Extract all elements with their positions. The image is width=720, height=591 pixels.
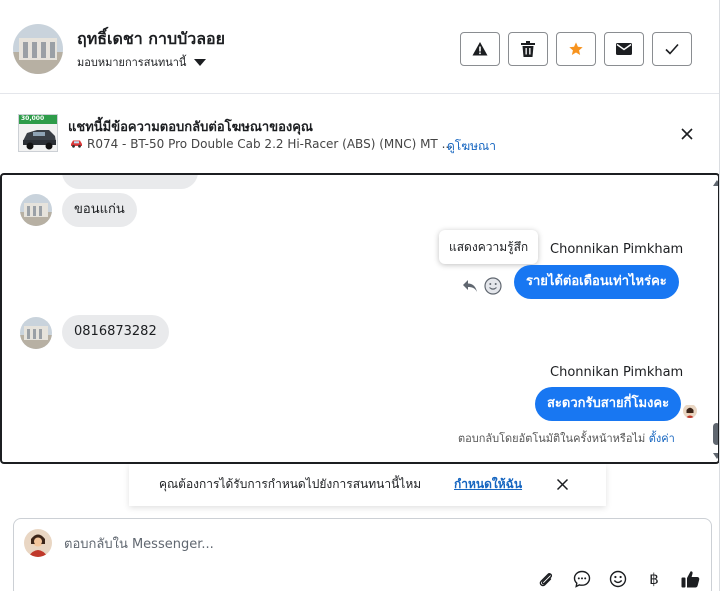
ad-subtitle: R074 - BT-50 Pro Double Cab 2.2 Hi-Racer… (70, 137, 453, 151)
outgoing-message[interactable]: สะดวกรับสายกี่โมงคะ (535, 387, 682, 421)
car-icon (70, 137, 83, 151)
message-thread[interactable]: ขอนแก่น Chonnikan Pimkham แสดงความรู้สึก… (0, 173, 720, 464)
assign-to-me-link[interactable]: กำหนดให้ฉัน (454, 475, 522, 494)
page: ฤทธิ์เดชา กาบบัวลอย มอบหมายการสนทนานี้ 3… (0, 0, 720, 591)
ad-subtitle-text: R074 - BT-50 Pro Double Cab 2.2 Hi-Racer… (87, 137, 454, 151)
header-actions (460, 32, 692, 66)
close-suggestion-button[interactable] (556, 476, 569, 495)
outgoing-message[interactable]: รายได้ต่อเดือนเท่าไหร่คะ (514, 265, 679, 299)
reaction-tooltip: แสดงความรู้สึก (439, 230, 539, 264)
incoming-message[interactable]: 0816873282 (62, 315, 169, 349)
delete-button[interactable] (508, 32, 548, 66)
like-icon[interactable] (680, 569, 700, 589)
assign-suggestion-text: คุณต้องการได้รับการกำหนดไปยังการสนทนานี้… (159, 477, 422, 491)
attach-icon[interactable] (536, 569, 556, 589)
envelope-icon (616, 43, 632, 55)
warning-icon (472, 42, 488, 56)
mark-spam-button[interactable] (460, 32, 500, 66)
contact-avatar[interactable] (13, 24, 63, 74)
contact-avatar-small (20, 317, 52, 349)
message-composer: ฿ (13, 518, 712, 591)
baht-icon[interactable]: ฿ (644, 569, 664, 589)
seen-avatar (683, 404, 697, 418)
mark-unread-button[interactable] (604, 32, 644, 66)
contact-name: ฤทธิ์เดชา กาบบัวลอย (77, 29, 226, 48)
sender-name: Chonnikan Pimkham (550, 365, 684, 380)
close-icon (556, 478, 569, 491)
auto-reply-note: ตอบกลับโดยอัตโนมัติในครั้งหน้าหรือไม่ ตั… (458, 429, 675, 447)
auto-reply-text: ตอบกลับโดยอัตโนมัติในครั้งหน้าหรือไม่ (458, 432, 646, 445)
assign-suggestion-banner: คุณต้องการได้รับการกำหนดไปยังการสนทนานี้… (129, 464, 606, 506)
assign-label: มอบหมายการสนทนานี้ (77, 56, 187, 69)
sender-name: Chonnikan Pimkham (550, 242, 684, 257)
partial-message-bubble (62, 175, 198, 189)
message-input[interactable] (64, 533, 664, 555)
close-icon (681, 128, 693, 140)
caret-down-icon (194, 58, 207, 66)
emoji-icon[interactable] (608, 569, 628, 589)
view-ad-link[interactable]: ดูโฆษณา (447, 137, 496, 156)
close-ad-banner-button[interactable] (680, 126, 694, 145)
trash-icon (521, 41, 535, 57)
star-button[interactable] (556, 32, 596, 66)
composer-toolbar: ฿ (536, 569, 700, 589)
conversation-header: ฤทธิ์เดชา กาบบัวลอย มอบหมายการสนทนานี้ (0, 0, 719, 94)
user-avatar (24, 529, 52, 557)
mark-done-button[interactable] (652, 32, 692, 66)
contact-avatar-small (20, 194, 52, 226)
check-icon (665, 43, 679, 55)
react-emoji-icon[interactable] (483, 276, 503, 296)
reply-icon[interactable] (460, 276, 480, 296)
incoming-message[interactable]: ขอนแก่น (62, 193, 137, 227)
auto-reply-settings-link[interactable]: ตั้งค่า (649, 432, 675, 445)
ad-thumbnail-price: 30,000 (21, 115, 45, 122)
star-icon (569, 42, 583, 55)
ad-banner-title: แชทนี้มีข้อความตอบกลับต่อโฆษณาของคุณ (68, 120, 313, 135)
saved-replies-icon[interactable] (572, 569, 592, 589)
ad-reply-banner: 30,000 แชทนี้มีข้อความตอบกลับต่อโฆษณาของ… (0, 95, 719, 171)
assign-dropdown[interactable]: มอบหมายการสนทนานี้ (77, 53, 207, 71)
ad-thumbnail[interactable]: 30,000 (18, 114, 58, 152)
